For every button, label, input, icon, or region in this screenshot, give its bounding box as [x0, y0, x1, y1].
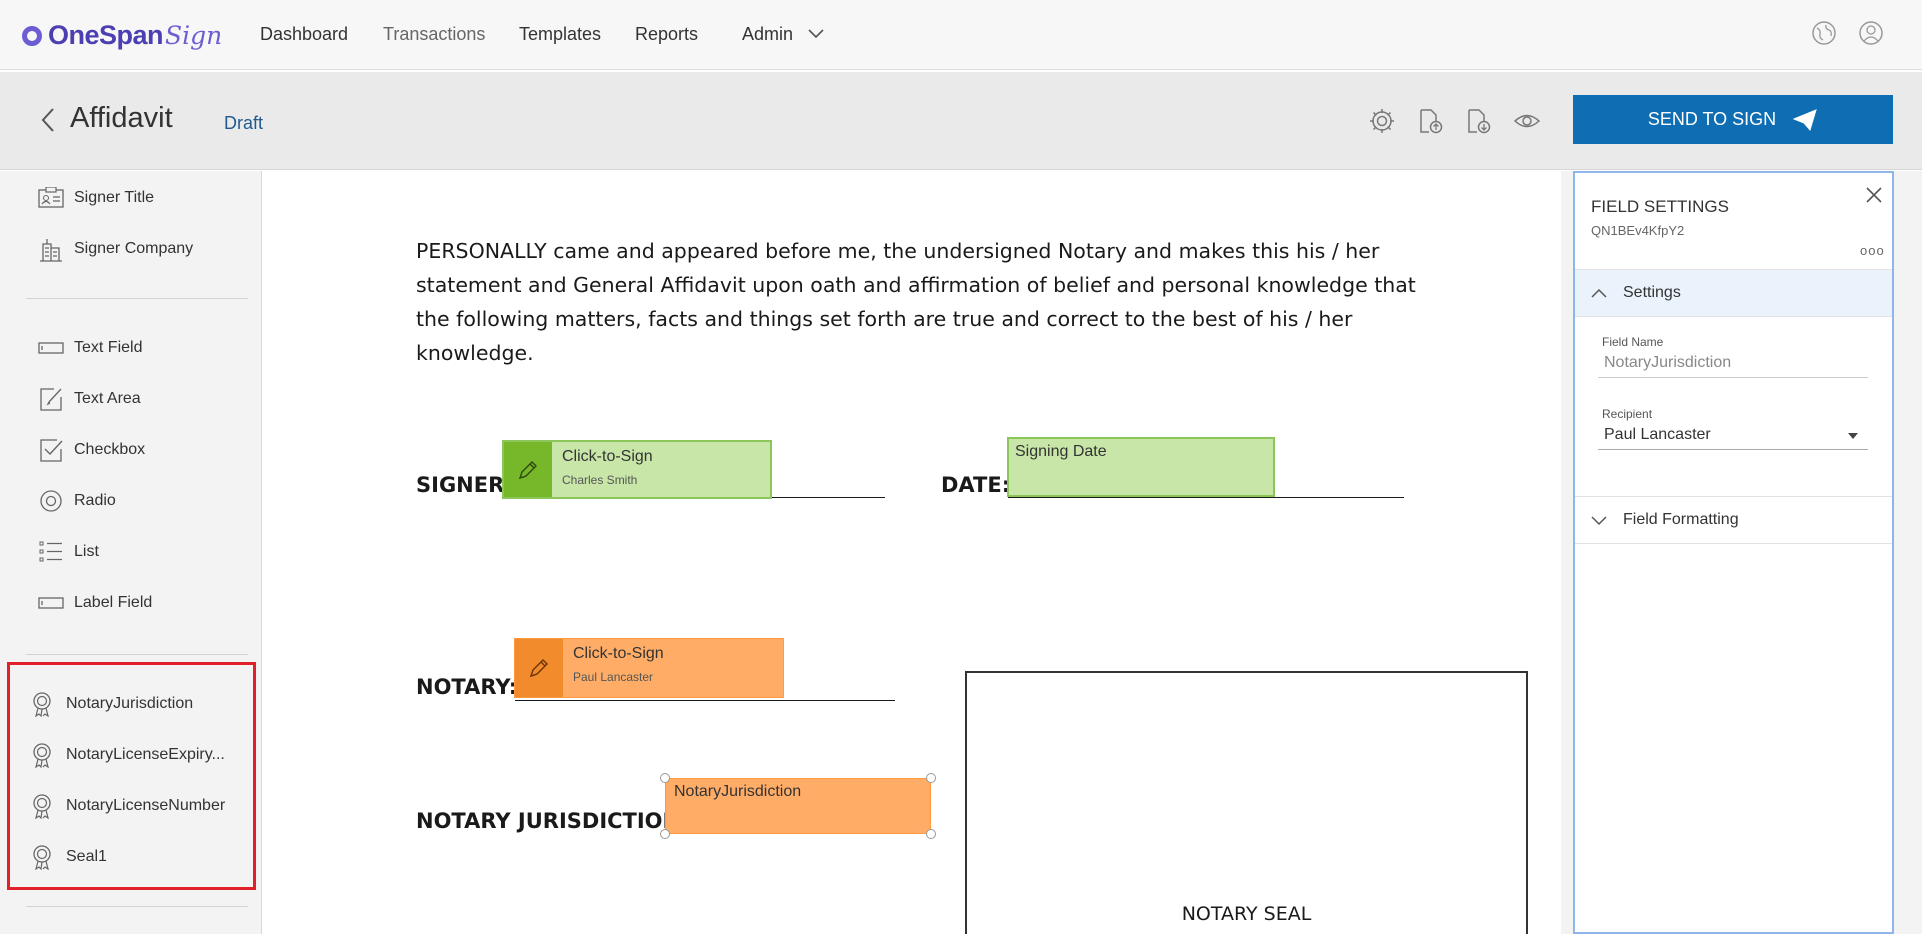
send-to-sign-button[interactable]: SEND TO SIGN [1573, 95, 1893, 144]
onespan-logo[interactable]: OneSpan Sign [22, 20, 222, 51]
list-icon [38, 539, 64, 565]
notary-label: NOTARY: [416, 675, 518, 699]
signer-label: SIGNER: [416, 473, 513, 497]
pen-icon [504, 442, 552, 497]
document-status: Draft [224, 113, 264, 133]
recipient-select[interactable]: Paul Lancaster [1598, 422, 1868, 450]
notary-signature-field[interactable]: Click-to-Sign Paul Lancaster [514, 638, 784, 698]
resize-handle[interactable] [926, 829, 936, 839]
notary-line [515, 700, 895, 701]
date-line [1008, 497, 1404, 498]
logo-mark-icon [22, 25, 42, 46]
chevron-up-icon [1575, 287, 1623, 299]
document-header: Affidavit Draft SEND TO SIGN [0, 72, 1922, 170]
signer-field-title: Click-to-Sign [562, 448, 653, 465]
id-card-icon [38, 185, 64, 211]
sidebar-item-label: Checkbox [74, 441, 146, 458]
upload-document-icon[interactable] [1416, 107, 1444, 135]
building-icon [38, 236, 64, 262]
settings-section-label: Settings [1623, 284, 1681, 301]
nav-admin[interactable]: Admin [742, 24, 793, 45]
field-formatting-section-label: Field Formatting [1623, 511, 1739, 528]
dropdown-arrow-icon [1848, 433, 1858, 439]
panel-gutter [1561, 171, 1573, 934]
notary-fields-highlight [7, 662, 256, 890]
sidebar-item-label: Label Field [74, 594, 153, 611]
settings-section-header[interactable]: Settings [1575, 269, 1892, 317]
sidebar-item-text-field[interactable]: Text Field [38, 335, 142, 361]
document-title: Affidavit [70, 102, 173, 134]
label-field-icon [38, 590, 64, 616]
affidavit-paragraph: PERSONALLY came and appeared before me, … [416, 239, 1416, 365]
notary-seal-box: NOTARY SEAL [965, 671, 1528, 934]
download-document-icon[interactable] [1464, 107, 1492, 135]
pen-icon [515, 639, 563, 697]
sidebar-item-signer-title[interactable]: Signer Title [38, 185, 154, 211]
sidebar-item-label: Text Field [74, 339, 143, 356]
resize-handle[interactable] [660, 829, 670, 839]
sidebar-divider [26, 298, 248, 299]
sidebar-item-checkbox[interactable]: Checkbox [38, 437, 145, 463]
sidebar-item-signer-company[interactable]: Signer Company [38, 236, 193, 262]
field-name-label: Field Name [1602, 335, 1664, 349]
recipient-value: Paul Lancaster [1604, 426, 1711, 443]
nav-reports[interactable]: Reports [635, 24, 698, 45]
text-field-icon [38, 335, 64, 361]
signer-signature-field[interactable]: Click-to-Sign Charles Smith [502, 440, 772, 499]
eye-icon[interactable] [1512, 107, 1542, 135]
field-formatting-section-header[interactable]: Field Formatting [1575, 496, 1892, 544]
resize-handle[interactable] [926, 773, 936, 783]
top-navigation: OneSpan Sign Dashboard Transactions Temp… [0, 0, 1922, 70]
sidebar-item-label: Radio [74, 492, 116, 509]
sidebar-item-label-field[interactable]: Label Field [38, 590, 152, 616]
field-id: QN1BEv4KfpY2 [1591, 223, 1685, 238]
sidebar-item-label: List [74, 543, 99, 560]
sidebar-item-label: Signer Title [74, 189, 155, 206]
globe-icon[interactable] [1811, 20, 1837, 46]
recipient-label: Recipient [1602, 407, 1653, 421]
signer-field-name: Charles Smith [562, 473, 638, 487]
paper-plane-icon [1792, 108, 1817, 131]
more-options-icon[interactable]: ooo [1860, 243, 1885, 258]
sidebar-item-radio[interactable]: Radio [38, 488, 116, 514]
sidebar-divider [26, 906, 248, 907]
radio-icon [38, 488, 64, 514]
notary-seal-label: NOTARY SEAL [1181, 903, 1312, 925]
resize-handle[interactable] [660, 773, 670, 783]
back-chevron-icon[interactable] [40, 107, 56, 133]
user-icon[interactable] [1858, 20, 1884, 46]
gear-icon[interactable] [1368, 107, 1396, 135]
logo-text: OneSpan [48, 20, 164, 50]
text-area-icon [38, 386, 64, 412]
notary-jurisdiction-label: NOTARY JURISDICTION: [416, 809, 689, 833]
logo-script-text: Sign [165, 21, 223, 50]
checkbox-icon [38, 437, 64, 463]
nav-transactions[interactable]: Transactions [383, 24, 485, 45]
notary-jurisdiction-field[interactable]: NotaryJurisdiction [665, 778, 931, 834]
notary-field-name: Paul Lancaster [573, 670, 654, 684]
nav-dashboard[interactable]: Dashboard [260, 24, 348, 45]
panel-title: FIELD SETTINGS [1591, 197, 1729, 216]
field-settings-panel: FIELD SETTINGS QN1BEv4KfpY2 ooo Settings… [1573, 171, 1894, 934]
close-icon[interactable] [1864, 185, 1884, 205]
send-to-sign-label: SEND TO SIGN [1647, 109, 1777, 129]
sidebar-item-label: Text Area [74, 390, 141, 407]
signing-date-field[interactable]: Signing Date [1007, 437, 1275, 497]
date-label: DATE: [941, 473, 1011, 497]
sidebar-item-text-area[interactable]: Text Area [38, 386, 141, 412]
nav-templates[interactable]: Templates [519, 24, 601, 45]
page-scrollbar-track[interactable] [1894, 171, 1922, 934]
field-name-input[interactable]: NotaryJurisdiction [1598, 350, 1868, 378]
sidebar-item-label: Signer Company [74, 240, 194, 257]
admin-chevron-down-icon[interactable] [807, 25, 825, 43]
notary-field-title: Click-to-Sign [573, 645, 664, 662]
sidebar-item-list[interactable]: List [38, 539, 99, 565]
sidebar-divider [26, 654, 248, 655]
chevron-down-icon [1575, 514, 1623, 526]
